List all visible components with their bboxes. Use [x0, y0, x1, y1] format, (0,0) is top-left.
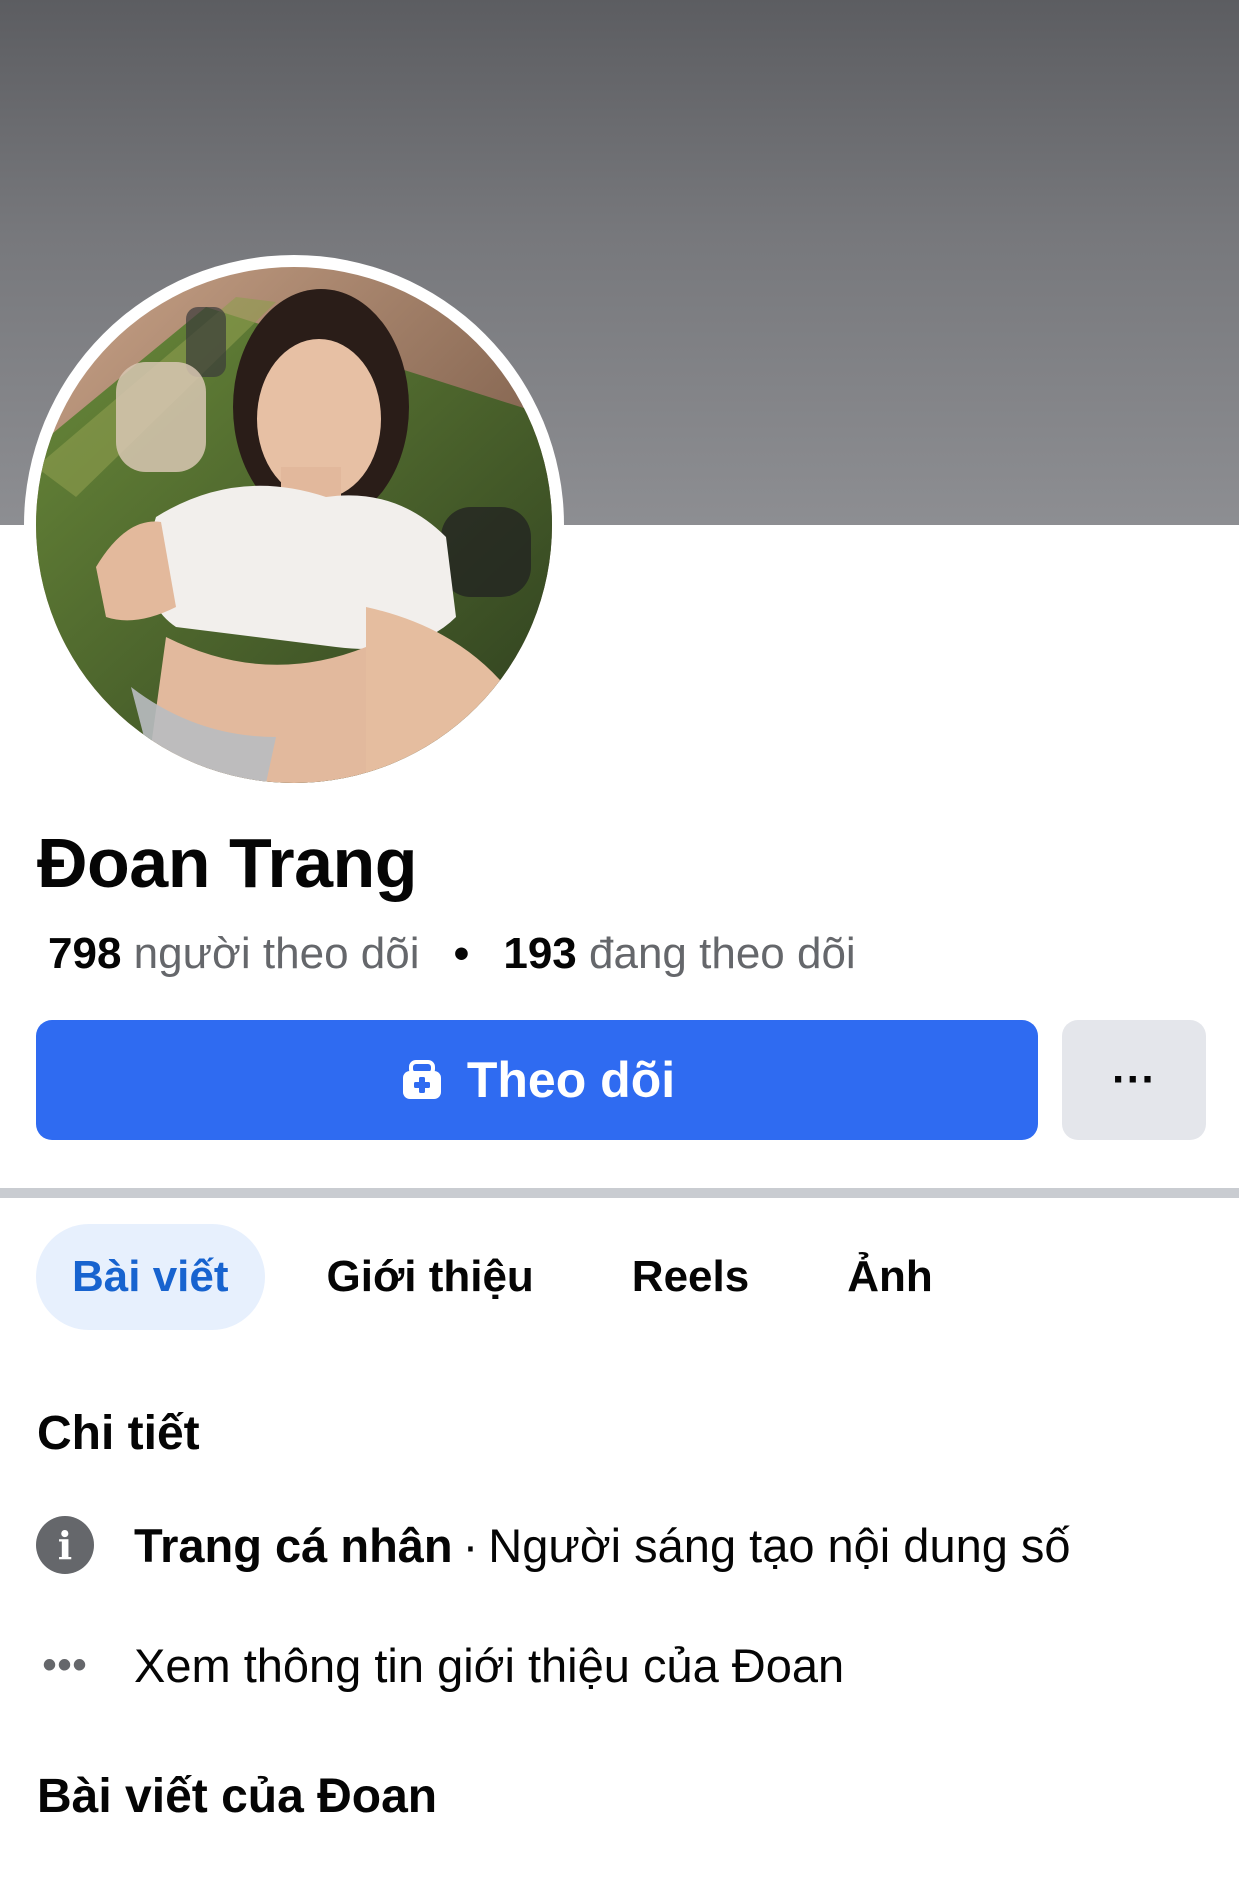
more-dots-icon: ••• — [42, 1642, 88, 1687]
avatar-image — [36, 267, 552, 783]
tab-reels[interactable]: Reels — [596, 1224, 785, 1330]
category-label: Trang cá nhân — [134, 1518, 453, 1572]
follow-stats: 798 người theo dõi • 193 đang theo dõi — [48, 932, 856, 976]
profile-avatar[interactable] — [36, 267, 552, 783]
stats-separator: • — [453, 929, 470, 978]
follow-button[interactable]: Theo dõi — [36, 1020, 1038, 1140]
see-about-link[interactable]: Xem thông tin giới thiệu của Đoan — [134, 1638, 844, 1693]
info-icon: i — [36, 1516, 94, 1574]
more-options-button[interactable]: ··· — [1062, 1020, 1206, 1140]
profile-name: Đoan Trang — [37, 824, 418, 902]
see-about-row[interactable]: ••• Xem thông tin giới thiệu của Đoan — [36, 1630, 844, 1700]
category-value: Người sáng tạo nội dung số — [488, 1518, 1071, 1572]
details-heading: Chi tiết — [37, 1407, 200, 1460]
more-dots-icon: ··· — [1112, 1055, 1156, 1104]
posts-heading: Bài viết của Đoan — [37, 1770, 438, 1823]
category-separator: · — [462, 1518, 479, 1572]
followers-count[interactable]: 798 — [48, 929, 121, 978]
following-label[interactable]: đang theo dõi — [589, 929, 856, 978]
tab-posts[interactable]: Bài viết — [36, 1224, 265, 1330]
section-divider — [0, 1188, 1239, 1198]
follow-button-label: Theo dõi — [466, 1052, 676, 1108]
tab-about[interactable]: Giới thiệu — [291, 1224, 570, 1330]
tab-photos[interactable]: Ảnh — [811, 1224, 969, 1330]
profile-tabs: Bài viết Giới thiệu Reels Ảnh — [36, 1224, 969, 1330]
following-count[interactable]: 193 — [503, 929, 576, 978]
person-plus-icon — [399, 1057, 445, 1103]
followers-label[interactable]: người theo dõi — [134, 929, 420, 978]
detail-category-row: i Trang cá nhân · Người sáng tạo nội dun… — [36, 1510, 1071, 1580]
